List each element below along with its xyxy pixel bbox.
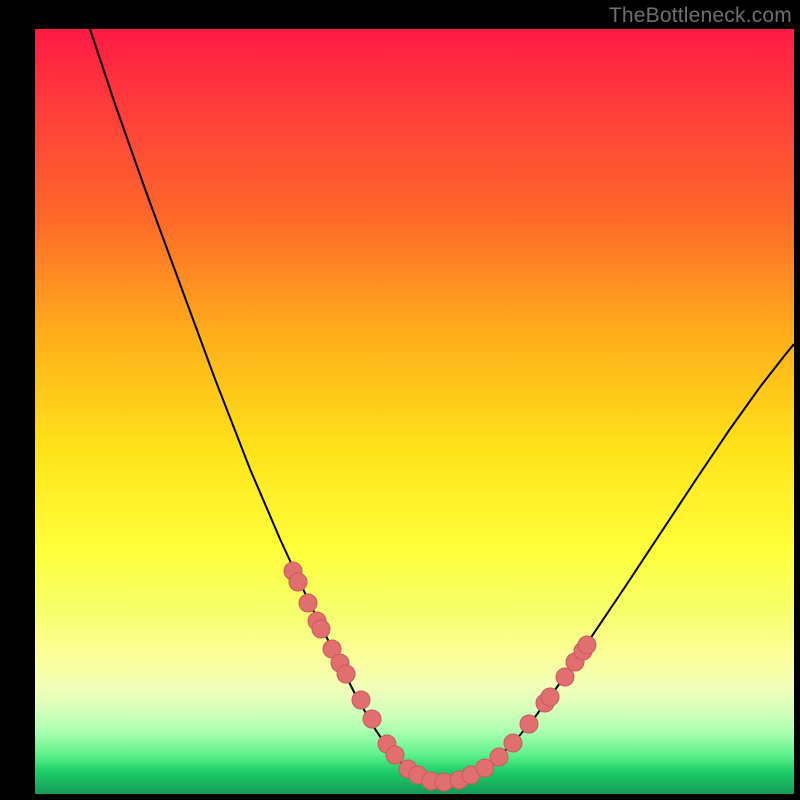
plot-background [35,29,794,794]
watermark: TheBottleneck.com [609,4,792,28]
chart-container: TheBottleneck.com [0,0,800,800]
